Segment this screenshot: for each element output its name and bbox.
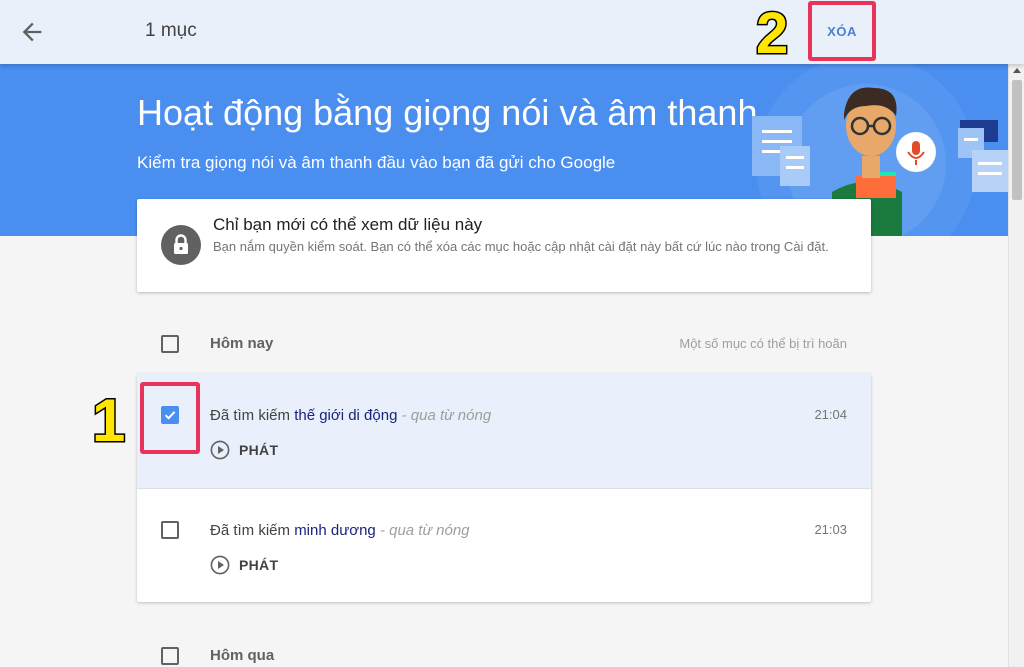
item-checkbox[interactable] <box>161 521 179 539</box>
activity-prefix: Đã tìm kiếm <box>210 407 295 424</box>
step-two-marker: 2 <box>754 0 789 68</box>
activity-prefix: Đã tìm kiếm <box>210 522 295 539</box>
play-circle-icon <box>210 440 230 460</box>
activity-description: Đã tìm kiếm thế giới di động - qua từ nó… <box>210 407 491 424</box>
lock-icon <box>161 225 201 265</box>
selection-count: 1 mục <box>145 20 197 41</box>
day-label: Hôm nay <box>210 335 274 352</box>
page-title: Hoạt động bằng giọng nói và âm thanh <box>137 92 758 133</box>
play-circle-icon <box>210 555 230 575</box>
day-header-today: Hôm nay Một số mục có thể bị trì hoãn <box>137 322 871 366</box>
activity-query[interactable]: minh dương <box>294 522 376 539</box>
privacy-card: Chỉ bạn mới có thể xem dữ liệu này Bạn n… <box>137 199 871 292</box>
item-checkbox[interactable] <box>161 406 179 424</box>
play-label: PHÁT <box>239 557 279 573</box>
play-label: PHÁT <box>239 442 279 458</box>
activity-time: 21:03 <box>814 522 847 537</box>
delay-note: Một số mục có thể bị trì hoãn <box>679 336 847 351</box>
top-app-bar: 1 mục XÓA <box>0 0 1024 64</box>
step-one-marker: 1 <box>90 386 126 456</box>
checkmark-icon <box>164 411 176 420</box>
page-subtitle: Kiểm tra giọng nói và âm thanh đầu vào b… <box>137 153 616 172</box>
activity-source: - qua từ nóng <box>397 407 492 424</box>
activity-item[interactable]: Đã tìm kiếm minh dương - qua từ nóng 21:… <box>137 488 871 602</box>
activity-description: Đã tìm kiếm minh dương - qua từ nóng <box>210 522 470 539</box>
privacy-description: Bạn nắm quyền kiểm soát. Bạn có thể xóa … <box>213 239 829 254</box>
scroll-thumb[interactable] <box>1012 80 1022 200</box>
activity-query[interactable]: thế giới di động <box>294 407 397 424</box>
select-day-checkbox[interactable] <box>161 335 179 353</box>
activity-source: - qua từ nóng <box>375 522 470 539</box>
privacy-title: Chỉ bạn mới có thể xem dữ liệu này <box>213 215 483 234</box>
play-button[interactable]: PHÁT <box>210 555 278 575</box>
play-button[interactable]: PHÁT <box>210 440 278 460</box>
delete-button[interactable]: XÓA <box>808 1 876 61</box>
select-day-checkbox[interactable] <box>161 647 179 665</box>
activity-item[interactable]: Đã tìm kiếm thế giới di động - qua từ nó… <box>137 374 871 488</box>
day-label: Hôm qua <box>210 647 275 664</box>
scroll-up-icon[interactable] <box>1013 68 1021 73</box>
day-header-yesterday: Hôm qua <box>137 634 871 667</box>
activity-time: 21:04 <box>814 407 847 422</box>
back-arrow-icon[interactable] <box>18 18 46 46</box>
activity-card: Đã tìm kiếm thế giới di động - qua từ nó… <box>137 374 871 602</box>
vertical-scrollbar[interactable] <box>1008 64 1024 667</box>
